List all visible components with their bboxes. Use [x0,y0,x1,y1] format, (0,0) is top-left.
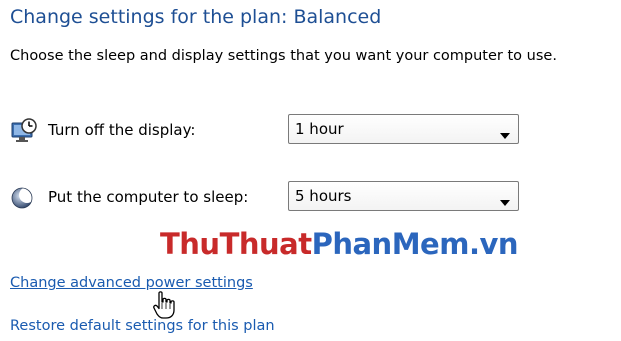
display-setting-label: Turn off the display: [48,121,196,139]
watermark-part2: PhanMem [311,227,470,261]
sleep-timeout-value: 5 hours [295,187,352,205]
restore-default-settings-link[interactable]: Restore default settings for this plan [10,318,275,334]
monitor-clock-icon [10,118,38,144]
page-title: Change settings for the plan: Balanced [10,6,382,28]
hand-pointer-icon [153,291,175,319]
sleep-setting-row: Put the computer to sleep: 5 hours [10,181,530,215]
display-timeout-select[interactable]: 1 hour [288,114,519,144]
watermark-part1: ThuThuat [160,227,312,261]
power-plan-settings-page: Change settings for the plan: Balanced C… [0,0,621,341]
watermark-text: ThuThuatPhanMem.vn [160,227,519,261]
display-setting-row: Turn off the display: 1 hour [10,114,530,148]
watermark-part3: .vn [468,227,519,261]
sleep-setting-label: Put the computer to sleep: [48,188,249,206]
change-advanced-power-settings-link[interactable]: Change advanced power settings [10,275,253,291]
display-timeout-value: 1 hour [295,120,344,138]
page-subtitle: Choose the sleep and display settings th… [10,48,557,64]
chevron-down-icon [499,125,511,139]
moon-sleep-icon [10,185,38,211]
sleep-timeout-select[interactable]: 5 hours [288,181,519,211]
chevron-down-icon [499,192,511,206]
